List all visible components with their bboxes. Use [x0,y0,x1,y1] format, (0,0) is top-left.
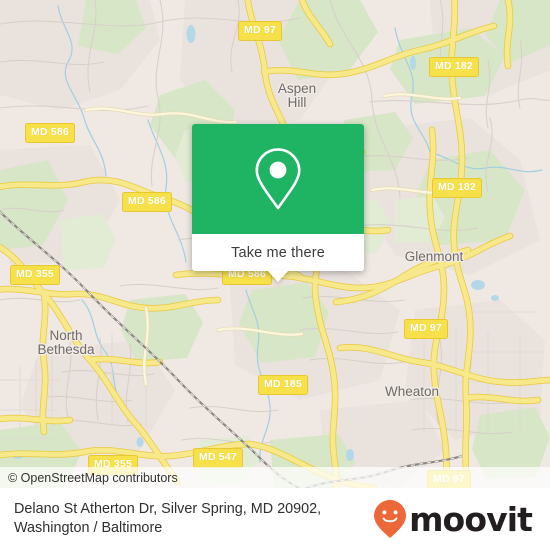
popup-image-panel [192,124,364,234]
address-line-2: Washington / Baltimore [14,520,163,536]
map-canvas[interactable]: .land { fill: #efe8e3; } .urban { fill: … [0,0,550,488]
road-shield[interactable]: MD 547 [193,448,243,468]
road-shield[interactable]: MD 97 [404,319,448,339]
place-label-aspen-hill: Aspen Hill [257,82,337,110]
road-shield[interactable]: MD 97 [238,21,282,41]
road-shield[interactable]: MD 586 [25,123,75,143]
road-shield[interactable]: MD 182 [429,57,479,77]
place-label-line: Wheaton [384,384,440,399]
map-pin-icon [255,148,301,210]
road-shield[interactable]: MD 182 [432,178,482,198]
popup-pointer-tail [267,270,289,282]
address-line-1: Delano St Atherton Dr, Silver Spring, MD… [14,501,322,517]
road-shield[interactable]: MD 355 [10,265,60,285]
place-label-wheaton: Wheaton [369,385,455,399]
address-text: Delano St Atherton Dr, Silver Spring, MD… [14,500,373,538]
place-label-glenmont: Glenmont [388,250,480,264]
place-label-north-bethesda: North Bethesda [18,329,114,357]
location-popup-card[interactable]: Take me there [192,124,364,282]
moovit-pin-smiley-icon [374,500,407,538]
place-label-line: Bethesda [37,342,95,357]
moovit-map-screenshot: .land { fill: #efe8e3; } .urban { fill: … [0,0,550,550]
take-me-there-button[interactable]: Take me there [192,234,364,271]
place-label-line: Glenmont [404,249,464,264]
road-shield[interactable]: MD 185 [258,375,308,395]
moovit-logo[interactable]: moovit [373,499,538,539]
place-label-line: Hill [287,95,307,110]
map-attribution[interactable]: © OpenStreetMap contributors [0,467,550,488]
road-shield[interactable]: MD 586 [122,192,172,212]
footer-bar: Delano St Atherton Dr, Silver Spring, MD… [0,488,550,550]
moovit-wordmark: moovit [409,499,533,539]
place-label-line: Aspen [277,81,317,96]
place-label-line: North [49,328,83,343]
